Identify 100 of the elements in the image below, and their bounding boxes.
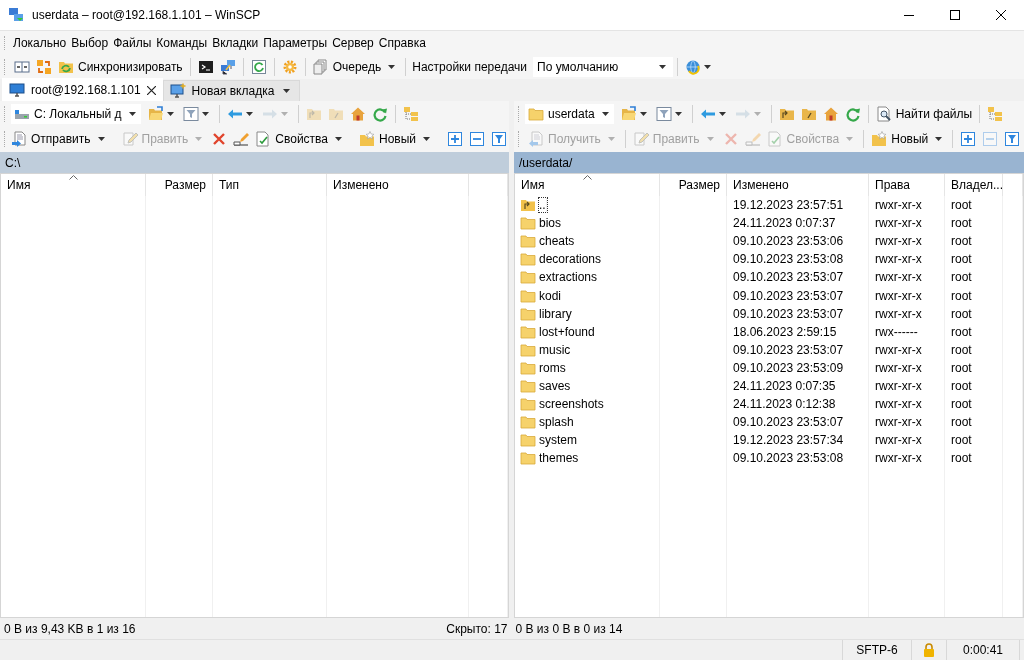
table-cell: 18.06.2023 2:59:15 xyxy=(733,324,837,339)
close-icon[interactable] xyxy=(146,85,156,95)
toolbar-button[interactable]: Синхронизировать xyxy=(55,56,186,77)
toolbar-button[interactable]: Очередь xyxy=(309,56,402,77)
table-cell: rwxr-xr-x xyxy=(875,306,922,321)
filter-icon[interactable] xyxy=(491,131,508,147)
menu-item[interactable]: Сервер xyxy=(330,33,376,52)
column-header[interactable]: Размер xyxy=(660,174,727,196)
table-cell: rwxr-xr-x xyxy=(875,252,922,267)
filter-icon[interactable] xyxy=(1004,131,1021,147)
column-header[interactable]: Владел... xyxy=(945,174,1003,196)
edit-icon xyxy=(121,131,138,147)
column-header[interactable]: Имя xyxy=(1,174,146,196)
caret-icon[interactable] xyxy=(674,112,682,116)
caret-icon[interactable] xyxy=(245,112,253,116)
table-cell: 09.10.2023 23:53:07 xyxy=(733,270,844,285)
table-cell: 09.10.2023 23:53:07 xyxy=(733,288,844,303)
menu-item[interactable]: Вкладки xyxy=(210,33,261,52)
menu-item[interactable]: Справка xyxy=(376,33,428,52)
file-name[interactable]: splash xyxy=(539,415,574,430)
file-name[interactable]: extractions xyxy=(539,270,598,285)
caret-icon[interactable] xyxy=(704,64,712,69)
computers-icon[interactable] xyxy=(219,58,236,75)
settings-icon[interactable] xyxy=(281,58,298,75)
file-name[interactable]: bios xyxy=(539,216,561,231)
file-name[interactable]: music xyxy=(539,342,571,357)
menu-item[interactable]: Выбор xyxy=(69,33,111,52)
column-header[interactable]: Права xyxy=(869,174,945,196)
protocol-label: SFTP-6 xyxy=(856,643,898,657)
file-name[interactable]: screenshots xyxy=(539,397,604,412)
delete-icon[interactable] xyxy=(211,131,228,147)
lock-icon[interactable] xyxy=(921,642,937,658)
column-header[interactable]: Тип xyxy=(213,174,327,196)
table-cell: 19.12.2023 23:57:34 xyxy=(733,433,844,448)
table-cell: rwx------ xyxy=(875,324,918,339)
location-dropdown[interactable]: userdata xyxy=(525,104,614,124)
table-cell: rwxr-xr-x xyxy=(875,234,922,249)
table-cell: 09.10.2023 23:53:07 xyxy=(733,342,844,357)
refresh-icon[interactable] xyxy=(250,58,267,75)
refresh-icon[interactable] xyxy=(371,106,388,122)
toolbar-button[interactable]: Новый xyxy=(356,129,437,149)
sync-icon[interactable] xyxy=(36,58,52,75)
column-header[interactable]: Имя xyxy=(515,174,660,196)
home-icon[interactable] xyxy=(349,106,366,122)
menu-item[interactable]: Команды xyxy=(154,33,210,52)
caret-icon[interactable] xyxy=(718,112,726,116)
folder-icon xyxy=(520,341,536,358)
plus-icon[interactable] xyxy=(447,131,464,147)
minimize-icon[interactable] xyxy=(904,14,914,16)
column-header[interactable]: Изменено xyxy=(327,174,469,196)
folder-icon xyxy=(520,450,536,467)
file-name[interactable]: cheats xyxy=(539,234,575,249)
toolbar-button[interactable]: Новый xyxy=(868,129,949,149)
menu-item[interactable]: Параметры xyxy=(261,33,330,52)
transfer-settings-dropdown[interactable]: По умолчанию xyxy=(533,56,674,77)
file-name[interactable]: lost+found xyxy=(539,324,595,339)
table-cell: root xyxy=(951,451,972,466)
file-name[interactable]: kodi xyxy=(539,288,561,303)
toolbar-button[interactable]: Найти файлы xyxy=(872,104,976,124)
table-cell: root xyxy=(951,379,972,393)
caret-icon[interactable] xyxy=(283,89,291,93)
parent-folder-icon xyxy=(520,197,536,214)
menu-item[interactable]: Локально xyxy=(11,33,69,52)
toolbar-button[interactable]: Свойства xyxy=(252,129,349,149)
rename-icon[interactable] xyxy=(233,131,250,147)
caret-icon[interactable] xyxy=(639,112,647,116)
caret-icon[interactable] xyxy=(166,112,174,116)
column-header[interactable]: Размер xyxy=(146,174,213,196)
file-name[interactable]: saves xyxy=(539,379,571,393)
toolbar-button[interactable]: Отправить xyxy=(8,129,111,149)
maximize-icon[interactable] xyxy=(950,10,960,20)
new-folder-icon xyxy=(871,131,888,147)
location-dropdown[interactable]: C: Локальный д xyxy=(11,104,141,124)
toolbar-label: Настройки передачи xyxy=(411,59,529,74)
file-name[interactable]: system xyxy=(539,433,577,448)
plus-icon[interactable] xyxy=(960,131,977,147)
table-cell: root xyxy=(951,342,972,357)
caret-icon[interactable] xyxy=(201,112,209,116)
table-cell: rwxr-xr-x xyxy=(875,433,922,448)
table-cell: 19.12.2023 23:57:51 xyxy=(733,198,844,213)
terminal-icon[interactable] xyxy=(197,58,214,75)
home-icon[interactable] xyxy=(822,106,839,122)
parent-folder-icon[interactable] xyxy=(778,106,795,122)
minus-icon[interactable] xyxy=(469,131,486,147)
upload-icon xyxy=(11,131,27,147)
file-name[interactable]: .. xyxy=(539,198,547,213)
file-name[interactable]: roms xyxy=(539,360,566,375)
root-folder-icon[interactable] xyxy=(800,106,817,122)
file-name[interactable]: library xyxy=(539,306,572,321)
file-name[interactable]: decorations xyxy=(539,252,602,267)
file-name[interactable]: themes xyxy=(539,451,579,466)
compare-icon[interactable] xyxy=(14,58,30,75)
column-header[interactable]: Изменено xyxy=(727,174,869,196)
close-icon[interactable] xyxy=(996,10,1006,20)
table-cell: 09.10.2023 23:53:06 xyxy=(733,234,844,249)
refresh-icon[interactable] xyxy=(844,106,861,122)
menu-item[interactable]: Файлы xyxy=(111,33,154,52)
tab[interactable]: Новая вкладка xyxy=(162,80,301,101)
tab[interactable]: root@192.168.1.101 xyxy=(2,78,163,101)
edit-icon xyxy=(632,131,649,147)
